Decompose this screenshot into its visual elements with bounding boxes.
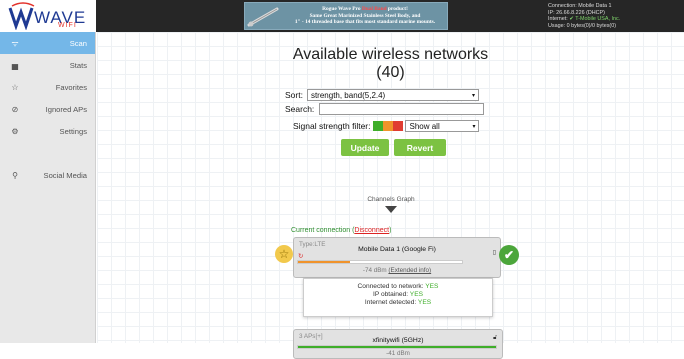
connected-check-icon: ✔: [499, 245, 519, 265]
sidebar-item-label: Stats: [69, 60, 87, 70]
network-card-xfinitywifi[interactable]: 3 APs[+] xfinitywifi (5GHz) 🔓︎ -41 dBm: [293, 329, 503, 359]
sidebar-item-label: Settings: [59, 126, 87, 136]
page-title: Available wireless networks (40): [292, 46, 489, 81]
wifi-icon: ᯤ: [11, 38, 19, 48]
current-connection-label: Current connection (Disconnect): [291, 227, 392, 234]
connection-internet: Internet: ✔ T-Mobile USA, Inc.: [548, 16, 621, 23]
sidebar-item-label: Ignored APs: [45, 104, 87, 114]
sidebar-item-stats[interactable]: ▅ Stats: [0, 54, 95, 76]
sidebar-item-social-media[interactable]: ⚲ Social Media: [0, 164, 95, 186]
network-name: Mobile Data 1 (Google Fi): [358, 246, 436, 253]
star-icon: ☆: [11, 82, 19, 92]
extended-info-link[interactable]: (Extended info): [388, 267, 431, 274]
signal-bar: [297, 345, 497, 349]
signal-filter-select[interactable]: Show all ▾: [405, 120, 480, 132]
main-content: Available wireless networks (40) Sort: s…: [97, 32, 684, 359]
share-icon: ⚲: [12, 170, 18, 180]
caret-down-icon: [385, 206, 397, 213]
logo-subtext: WIFI: [58, 22, 77, 29]
signal-filter-row: Signal strength filter: Show all ▾: [293, 120, 480, 132]
chart-icon: ▅: [11, 60, 19, 70]
disconnect-link[interactable]: Disconnect: [354, 227, 389, 234]
signal-dbm: -74 dBm (Extended info): [362, 267, 432, 274]
sidebar: ᯤ Scan ▅ Stats ☆ Favorites ⊘ Ignored APs…: [0, 32, 96, 343]
battery-icon: ▯: [492, 250, 496, 256]
search-row: Search:: [285, 103, 485, 115]
logo-mark: WAVE WIFI: [8, 2, 94, 30]
signal-color-swatch-orange: [383, 121, 394, 131]
promo-text: Rogue Wave Pro Dual Band product! Same G…: [294, 6, 436, 26]
signal-filter-label: Signal strength filter:: [293, 121, 371, 131]
lock-open-icon: 🔓︎: [493, 335, 497, 341]
signal-bar-fill: [298, 261, 351, 263]
signal-bar: [297, 260, 463, 264]
sidebar-item-ignored-aps[interactable]: ⊘ Ignored APs: [0, 98, 95, 120]
sort-row: Sort: strength, band(5,2.4) ▾: [285, 89, 479, 101]
sidebar-item-settings[interactable]: ⚙ Settings: [0, 120, 95, 142]
info-ip: IP obtained: YES: [373, 291, 423, 298]
connection-ip: IP: 26.66.8.226 (DHCP): [548, 9, 605, 16]
chevron-down-icon: ▾: [471, 92, 475, 99]
signal-bar-fill: [298, 346, 496, 348]
revert-button[interactable]: Revert: [394, 139, 446, 156]
sidebar-item-favorites[interactable]: ☆ Favorites: [0, 76, 95, 98]
connection-info-panel: Connected to network: YES IP obtained: Y…: [303, 278, 493, 317]
channels-graph-label: Channels Graph: [367, 196, 415, 203]
search-input[interactable]: [319, 103, 485, 115]
sidebar-item-label: Favorites: [55, 82, 87, 92]
info-internet: Internet detected: YES: [364, 299, 432, 306]
gears-icon: ⚙: [11, 126, 19, 136]
connection-status: Connection: Mobile Data 1 IP: 26.66.8.22…: [548, 3, 676, 29]
signal-color-swatch-green: [373, 121, 384, 131]
sort-value: strength, band(5,2.4): [310, 90, 386, 100]
sort-select[interactable]: strength, band(5,2.4) ▾: [306, 89, 479, 101]
sidebar-item-scan[interactable]: ᯤ Scan: [0, 32, 95, 54]
refresh-icon[interactable]: ↻: [298, 252, 303, 260]
antenna-image: [245, 3, 283, 29]
connection-name: Connection: Mobile Data 1: [548, 3, 612, 9]
connection-usage: Usage: 0 bytes(0)/0 bytes(0): [548, 22, 617, 29]
chevron-down-icon: ▾: [472, 123, 476, 130]
search-label: Search:: [285, 104, 315, 114]
promo-banner[interactable]: Rogue Wave Pro Dual Band product! Same G…: [244, 2, 448, 30]
sidebar-item-label: Scan: [69, 38, 87, 48]
sort-label: Sort:: [285, 90, 303, 100]
ban-icon: ⊘: [11, 104, 19, 114]
signal-filter-value: Show all: [409, 121, 440, 131]
channels-graph-toggle[interactable]: Channels Graph: [351, 196, 431, 213]
signal-dbm: -41 dBm: [386, 350, 410, 357]
update-button[interactable]: Update: [341, 139, 389, 156]
sidebar-item-label: Social Media: [43, 170, 87, 180]
info-connected: Connected to network: YES: [357, 283, 439, 290]
current-network-card[interactable]: Type:LTE Mobile Data 1 (Google Fi) ↻ ▯ -…: [293, 237, 501, 278]
favorite-star-icon[interactable]: ☆: [275, 245, 293, 263]
wave-wifi-logo[interactable]: WAVE WIFI: [0, 0, 96, 32]
signal-color-swatch-red: [393, 121, 404, 131]
